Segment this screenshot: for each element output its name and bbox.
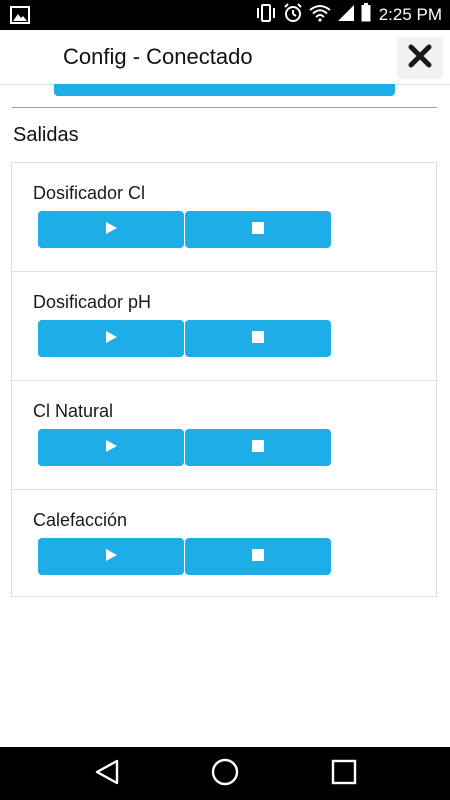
app-header: Config - Conectado	[0, 30, 450, 85]
outputs-panel: Dosificador Cl Dosificador pH Cl Natural	[11, 162, 437, 597]
content-area[interactable]: Salidas Dosificador Cl Dosificador pH Cl…	[0, 84, 450, 747]
play-icon	[105, 439, 117, 457]
stop-icon	[252, 221, 264, 239]
output-row-cl-natural: Cl Natural	[12, 381, 436, 490]
page-title: Config - Conectado	[63, 44, 253, 69]
play-button[interactable]	[38, 429, 184, 466]
play-icon	[105, 221, 117, 239]
navigation-bar	[0, 747, 450, 800]
stop-button[interactable]	[185, 211, 331, 248]
output-label: Cl Natural	[33, 401, 114, 421]
play-icon	[105, 330, 117, 348]
stop-icon	[252, 439, 264, 457]
battery-icon	[361, 3, 371, 27]
output-row-calefaccion: Calefacción	[12, 490, 436, 599]
partial-button[interactable]	[54, 84, 395, 96]
wifi-icon	[309, 4, 331, 27]
status-bar: 2:25 PM	[0, 0, 450, 30]
output-label: Calefacción	[33, 510, 128, 530]
close-button[interactable]	[397, 37, 443, 79]
stop-button[interactable]	[185, 429, 331, 466]
section-divider	[12, 107, 437, 108]
home-button[interactable]	[210, 758, 240, 791]
play-button[interactable]	[38, 211, 184, 248]
back-button[interactable]	[92, 759, 122, 789]
back-icon	[94, 759, 120, 790]
alarm-icon	[283, 2, 303, 28]
stop-button[interactable]	[185, 320, 331, 357]
stop-icon	[252, 548, 264, 566]
recents-button[interactable]	[329, 759, 359, 789]
recents-icon	[331, 759, 357, 790]
output-row-dosificador-cl: Dosificador Cl	[12, 163, 436, 272]
image-icon	[10, 6, 30, 29]
output-row-dosificador-ph: Dosificador pH	[12, 272, 436, 381]
stop-icon	[252, 330, 264, 348]
play-icon	[105, 548, 117, 566]
play-button[interactable]	[38, 320, 184, 357]
close-icon	[408, 44, 432, 73]
vibrate-icon	[255, 3, 277, 27]
status-time: 2:25 PM	[378, 5, 442, 24]
home-icon	[211, 758, 239, 791]
section-title: Salidas	[13, 124, 79, 146]
play-button[interactable]	[38, 538, 184, 575]
signal-icon	[337, 4, 355, 27]
output-label: Dosificador pH	[33, 292, 152, 312]
output-label: Dosificador Cl	[33, 183, 146, 203]
stop-button[interactable]	[185, 538, 331, 575]
